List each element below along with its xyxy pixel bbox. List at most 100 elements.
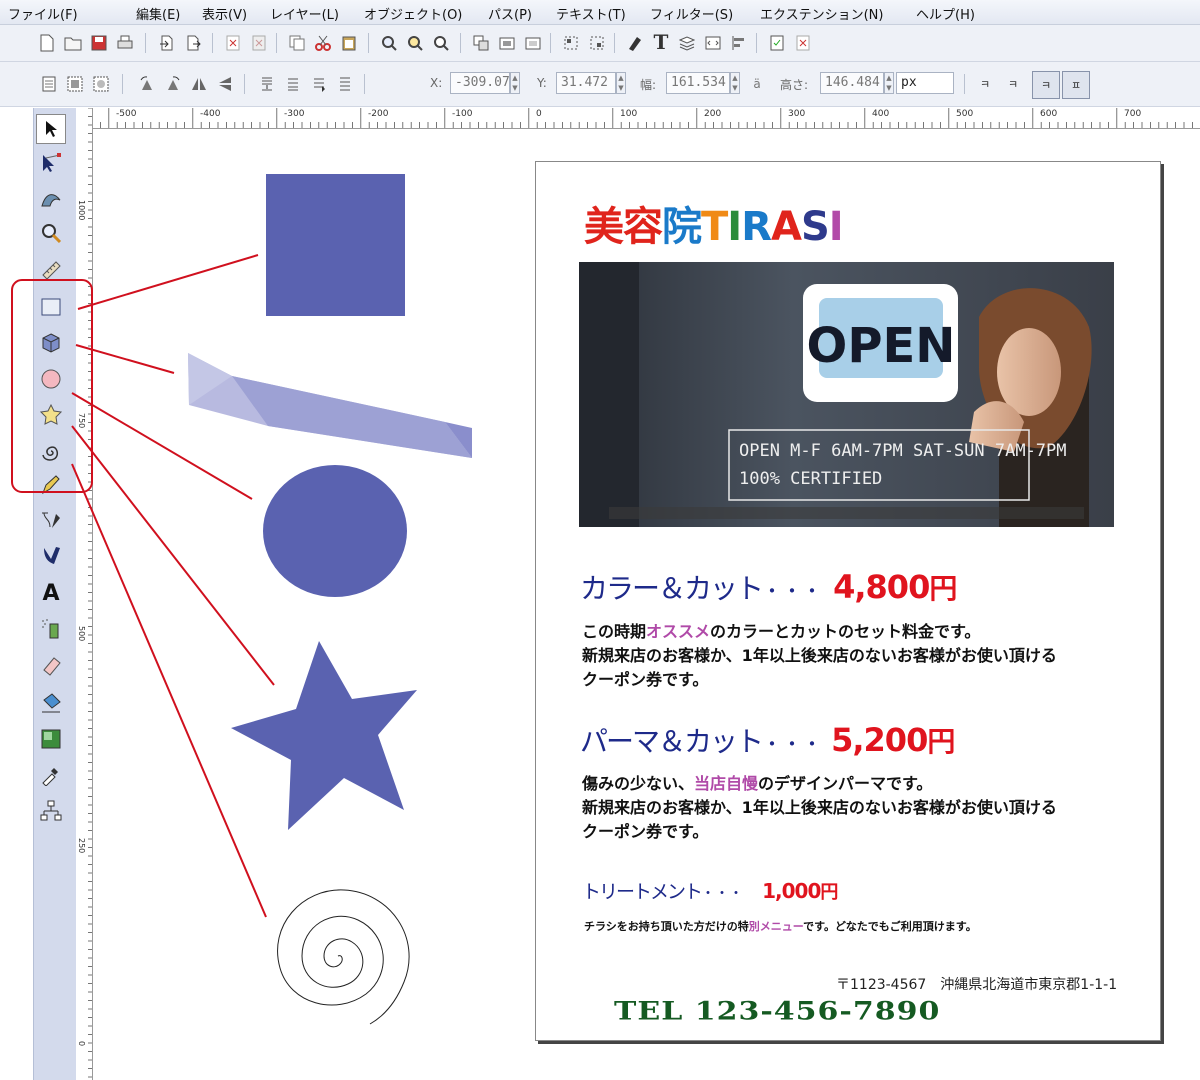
hours-text: OPEN M-F 6AM-7PM SAT-SUN 7AM-7PM — [739, 441, 1067, 461]
unlink-clone-icon[interactable] — [522, 32, 544, 54]
new-document-icon[interactable] — [36, 32, 58, 54]
lower-to-bottom-icon[interactable] — [256, 73, 278, 95]
unit-select[interactable]: px — [896, 72, 954, 94]
text-font-icon[interactable]: T — [650, 30, 672, 54]
width-field[interactable]: 161.534 — [666, 72, 730, 94]
item-price: 4,800 — [833, 568, 930, 606]
menu-file[interactable]: ファイル(F) — [8, 4, 78, 23]
star-shape[interactable] — [231, 641, 417, 830]
x-spinner[interactable]: ▲ ▼ — [510, 72, 520, 94]
rotate-ccw-icon[interactable] — [136, 73, 158, 95]
scale-corners-icon[interactable]: ㅋ — [1002, 73, 1024, 95]
raise-icon[interactable] — [282, 73, 304, 95]
group-icon[interactable] — [560, 32, 582, 54]
preferences-icon[interactable] — [792, 32, 814, 54]
item-dots: ・・・ — [701, 886, 744, 902]
note-highlight: 別メニュー — [748, 920, 804, 933]
item1-description: この時期オススメのカラーとカットのセット料金です。 新規来店のお客様か、1年以上… — [582, 620, 1057, 692]
menu-edit[interactable]: 編集(E) — [136, 4, 180, 23]
x-field[interactable]: -309.07 — [450, 72, 510, 94]
open-folder-icon[interactable] — [62, 32, 84, 54]
y-label: Y: — [537, 76, 547, 90]
height-field[interactable]: 146.484 — [820, 72, 884, 94]
note-text: です。どなたでもご利用頂けます。 — [803, 920, 977, 933]
align-distribute-icon[interactable] — [728, 32, 750, 54]
xml-editor-icon[interactable] — [702, 32, 724, 54]
desc-text: クーポン券です。 — [582, 822, 709, 841]
menu-filters[interactable]: フィルター(S) — [650, 4, 733, 23]
import-icon[interactable] — [156, 32, 178, 54]
ungroup-icon[interactable] — [586, 32, 608, 54]
fill-stroke-icon[interactable] — [624, 32, 646, 54]
menu-layer[interactable]: レイヤー(L) — [270, 4, 339, 23]
title-char: R — [741, 204, 772, 250]
ellipse-shape[interactable] — [263, 465, 407, 597]
lower-icon[interactable] — [308, 73, 330, 95]
layers-icon[interactable] — [676, 32, 698, 54]
item-yen: 円 — [929, 572, 958, 605]
duplicate-icon[interactable] — [470, 32, 492, 54]
spiral-shape[interactable] — [277, 889, 410, 1025]
square-shape[interactable] — [266, 174, 405, 316]
height-spinner[interactable]: ▲ ▼ — [884, 72, 894, 94]
note-text: チラシをお持ち頂いた方だけの特 — [584, 920, 749, 933]
height-label: 高さ: — [780, 78, 809, 92]
zoom-page-icon[interactable] — [430, 32, 452, 54]
copy-icon[interactable] — [286, 32, 308, 54]
desc-highlight: オススメ — [646, 622, 711, 641]
item-name: カラー＆カット — [580, 572, 764, 605]
menubar: ファイル(F) 編集(E) 表示(V) レイヤー(L) オブジェクト(O) パス… — [0, 0, 1200, 25]
lock-ratio-icon[interactable]: ä — [746, 73, 768, 95]
export-icon[interactable] — [182, 32, 204, 54]
document-properties-icon[interactable] — [766, 32, 788, 54]
zoom-selection-icon[interactable] — [378, 32, 400, 54]
print-icon[interactable] — [114, 32, 136, 54]
redo-icon[interactable] — [248, 32, 270, 54]
raise-to-top-icon[interactable] — [334, 73, 356, 95]
transform-gradients-icon[interactable]: ㅋ — [1032, 71, 1060, 99]
y-spinner[interactable]: ▲ ▼ — [616, 72, 626, 94]
transform-patterns-icon[interactable]: ㅍ — [1062, 71, 1090, 99]
undo-icon[interactable] — [222, 32, 244, 54]
commands-toolbar: T — [0, 25, 1200, 62]
toolbar-separator — [460, 33, 461, 53]
width-spinner[interactable]: ▲ ▼ — [730, 72, 740, 94]
clone-icon[interactable] — [496, 32, 518, 54]
menu-path[interactable]: パス(P) — [488, 4, 532, 23]
cut-icon[interactable] — [312, 32, 334, 54]
rotate-cw-icon[interactable] — [162, 73, 184, 95]
item-yen: 円 — [820, 882, 839, 903]
address-text: 〒1123-4567 沖縄県北海道市東京郡1-1-1 — [836, 977, 1118, 993]
desc-highlight: 当店自慢 — [694, 774, 759, 793]
menu-object[interactable]: オブジェクト(O) — [364, 4, 462, 23]
menu-view[interactable]: 表示(V) — [202, 4, 247, 23]
3d-box-shape[interactable] — [188, 353, 472, 458]
menu-help[interactable]: ヘルプ(H) — [916, 4, 975, 23]
open-sign-text: OPEN — [807, 318, 956, 374]
menu-extensions[interactable]: エクステンション(N) — [760, 4, 883, 23]
paste-icon[interactable] — [338, 32, 360, 54]
menu-item-treatment: トリートメント・・・ 1,000円 — [582, 877, 838, 904]
item-price: 1,000 — [762, 879, 821, 903]
scale-stroke-icon[interactable]: ㅋ — [974, 73, 996, 95]
desc-text: 傷みの少ない、 — [582, 774, 695, 793]
select-all-icon[interactable] — [38, 73, 60, 95]
y-field[interactable]: 31.472 — [556, 72, 616, 94]
flip-vertical-icon[interactable] — [214, 73, 236, 95]
item3-note: チラシをお持ち頂いた方だけの特別メニューです。どなたでもご利用頂けます。 — [584, 918, 977, 934]
desc-text: 新規来店のお客様か、1年以上後来店のないお客様がお使い頂ける — [582, 646, 1057, 665]
desc-text: のデザインパーマです。 — [758, 774, 933, 793]
zoom-drawing-icon[interactable] — [404, 32, 426, 54]
deselect-icon[interactable] — [90, 73, 112, 95]
item-name: トリートメント — [582, 881, 703, 903]
item-dots: ・・・ — [762, 732, 823, 756]
menu-text[interactable]: テキスト(T) — [556, 4, 626, 23]
select-all-layers-icon[interactable] — [64, 73, 86, 95]
save-icon[interactable] — [88, 32, 110, 54]
toolbar-separator — [244, 74, 245, 94]
flyer-page[interactable]: 美容院TIRASI OPEN OPEN M-F 6AM-7PM SAT-SUN … — [535, 161, 1161, 1041]
toolbar-separator — [122, 74, 123, 94]
item-dots: ・・・ — [762, 579, 823, 603]
flip-horizontal-icon[interactable] — [188, 73, 210, 95]
tel-text: TEL 123-456-7890 — [614, 996, 941, 1027]
